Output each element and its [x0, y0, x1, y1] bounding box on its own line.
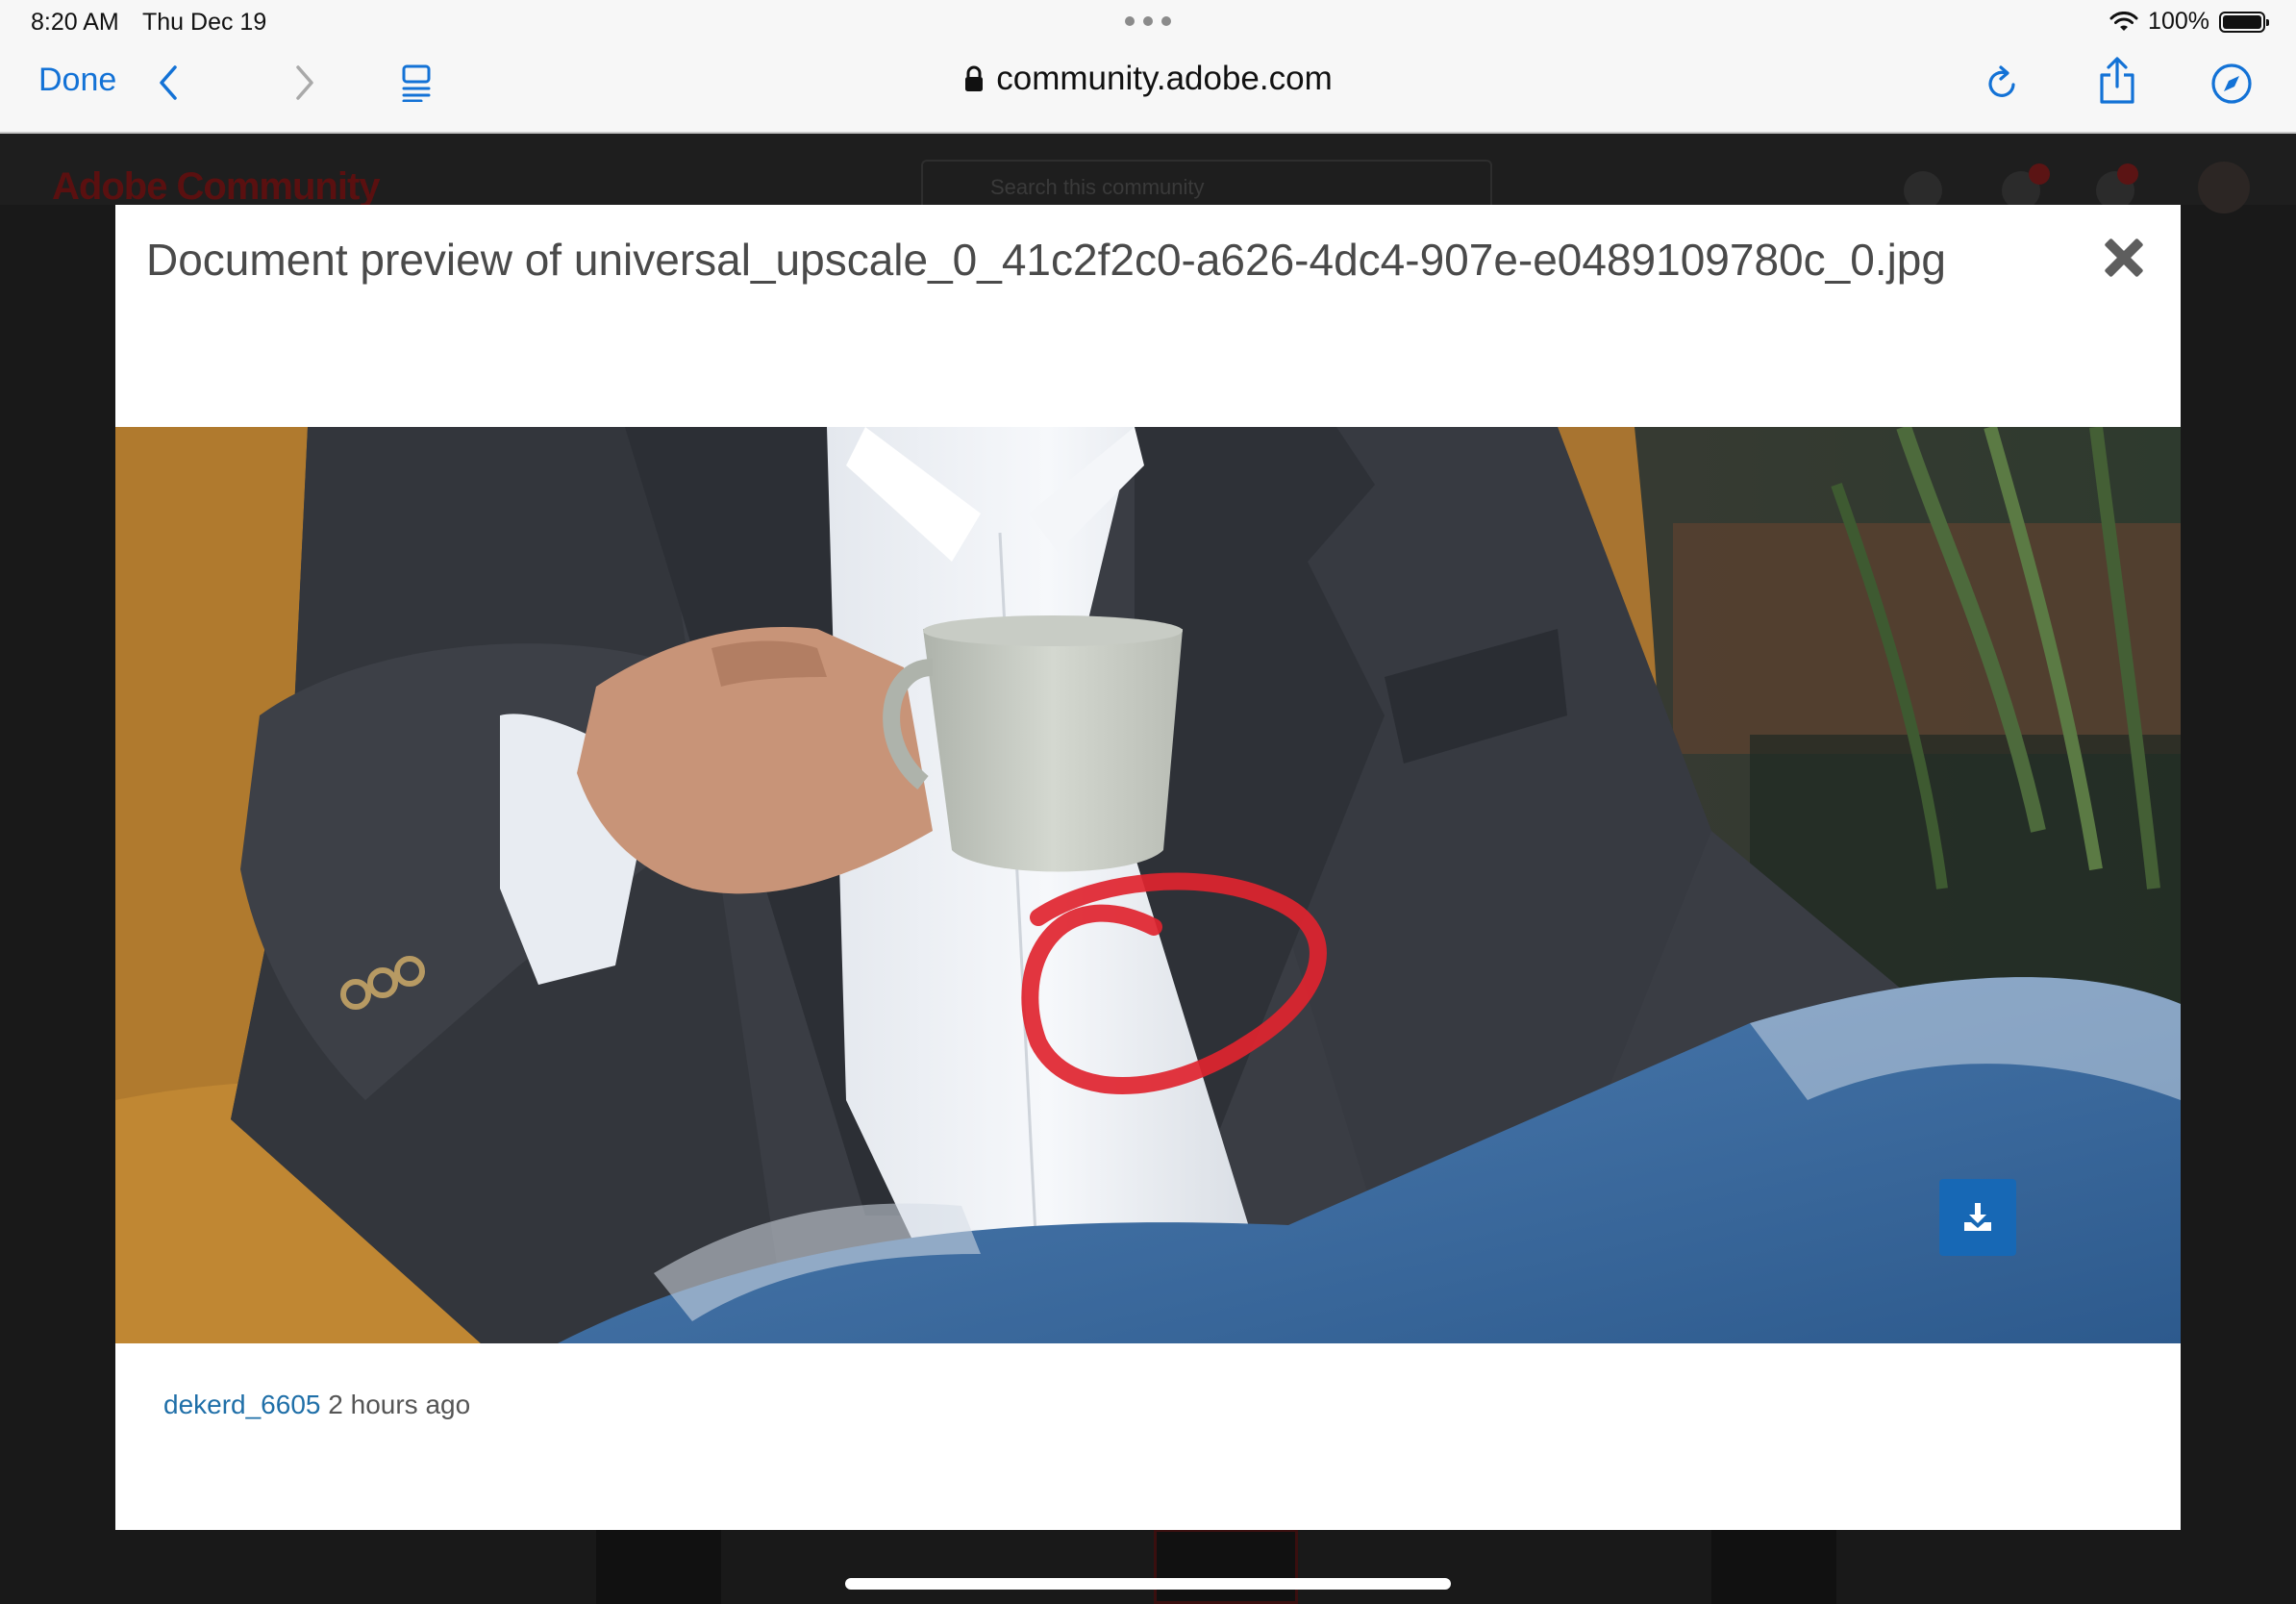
post-time: 2 hours ago — [328, 1390, 471, 1419]
notifications-badge — [2117, 163, 2138, 185]
multitasking-handle[interactable] — [1125, 16, 1171, 28]
forward-chevron-icon[interactable] — [292, 63, 317, 102]
wifi-icon — [2109, 11, 2138, 31]
status-indicators: 100% — [2109, 8, 2269, 36]
home-indicator[interactable] — [845, 1578, 1451, 1590]
user-avatar — [2198, 162, 2250, 213]
status-date: Thu Dec 19 — [142, 9, 267, 36]
adobe-community-logo: Adobe Community — [52, 165, 381, 208]
url-text: community.adobe.com — [996, 60, 1333, 97]
globe-icon — [1904, 171, 1942, 210]
address-bar[interactable]: community.adobe.com — [963, 60, 1333, 98]
share-icon[interactable] — [2096, 56, 2138, 106]
download-icon — [1964, 1203, 1991, 1231]
status-time: 8:20 AM — [31, 9, 119, 36]
background-content-block — [596, 1529, 721, 1604]
post-meta: dekerd_6605 2 hours ago — [163, 1390, 470, 1420]
compass-icon[interactable] — [2209, 62, 2254, 106]
done-button[interactable]: Done — [38, 62, 116, 99]
download-button[interactable] — [1939, 1179, 2016, 1256]
background-search-placeholder: Search this community — [990, 175, 1205, 199]
background-content-block — [1711, 1529, 1836, 1604]
messages-badge — [2029, 163, 2050, 185]
close-icon[interactable] — [2104, 238, 2144, 278]
battery-icon — [2219, 11, 2269, 33]
preview-photo — [115, 427, 2181, 1343]
battery-percent: 100% — [2148, 8, 2209, 35]
safari-toolbar: 8:20 AM Thu Dec 19 100% Done community.a… — [0, 0, 2296, 134]
document-preview-modal: Document preview of universal_upscale_0_… — [115, 205, 2181, 1530]
back-chevron-icon[interactable] — [156, 63, 181, 102]
lock-icon — [965, 65, 984, 91]
reload-icon[interactable] — [1983, 62, 2021, 104]
background-content-block — [1154, 1529, 1298, 1604]
modal-title: Document preview of universal_upscale_0_… — [146, 235, 1946, 285]
image-preview — [115, 427, 2181, 1343]
reader-view-icon[interactable] — [400, 63, 435, 102]
author-link[interactable]: dekerd_6605 — [163, 1390, 320, 1419]
